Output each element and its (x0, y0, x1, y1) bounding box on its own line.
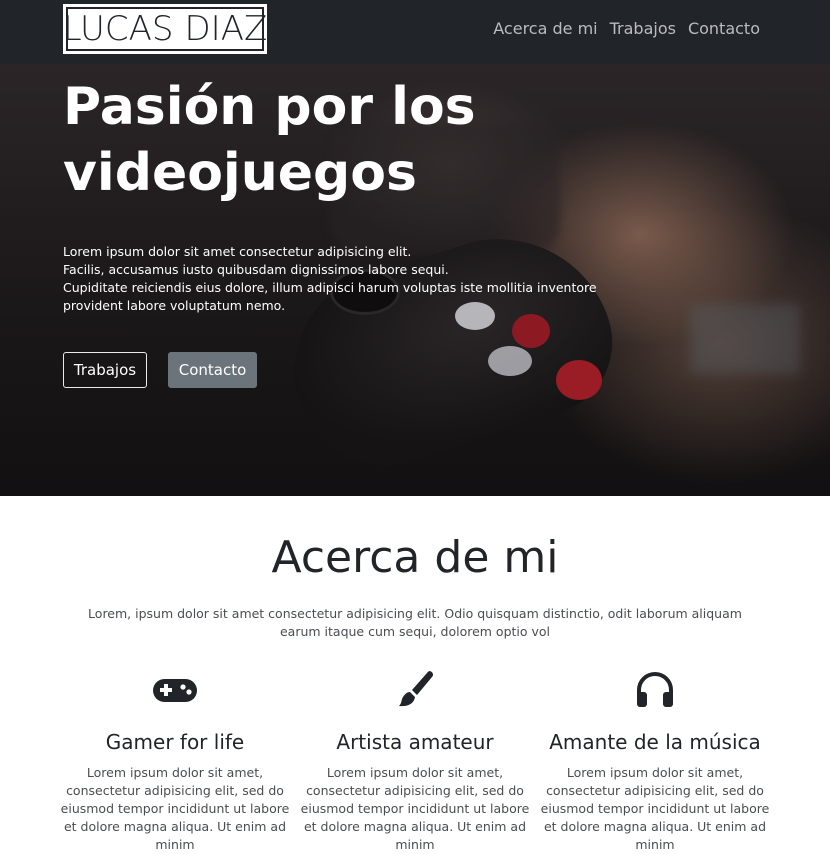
logo-frame: LUCAS DIAZ (62, 7, 268, 51)
hero-description: Lorem ipsum dolor sit amet consectetur a… (63, 243, 597, 315)
feature-text: Lorem ipsum dolor sit amet, consectetur … (300, 765, 530, 852)
logo-first-name: LUCAS (62, 9, 174, 49)
trabajos-button[interactable]: Trabajos (63, 352, 147, 388)
feature-gamer: Gamer for life Lorem ipsum dolor sit ame… (60, 668, 290, 854)
nav-links: Acerca de mi Trabajos Contacto (493, 19, 760, 38)
hero-section: Pasión por los videojuegos Lorem ipsum d… (0, 64, 830, 496)
logo[interactable]: LUCAS DIAZ (63, 4, 267, 54)
hero-line: Cupiditate reiciendis eius dolore, illum… (63, 280, 597, 295)
logo-last-name: DIAZ (184, 9, 268, 49)
contacto-button[interactable]: Contacto (168, 352, 257, 388)
feature-text: Lorem ipsum dolor sit amet, consectetur … (60, 765, 290, 852)
feature-title: Amante de la música (549, 730, 761, 754)
nav-link-acerca[interactable]: Acerca de mi (493, 19, 597, 38)
hero-line: Lorem ipsum dolor sit amet consectetur a… (63, 244, 412, 259)
nav-link-contacto[interactable]: Contacto (688, 19, 760, 38)
gamepad-icon (153, 679, 197, 702)
hero-title: Pasión por los videojuegos (63, 77, 476, 203)
feature-musica: Amante de la música Lorem ipsum dolor si… (540, 668, 770, 854)
paintbrush-icon (399, 671, 434, 707)
nav-link-trabajos[interactable]: Trabajos (610, 19, 676, 38)
feature-title: Gamer for life (105, 730, 245, 754)
about-intro: Lorem, ipsum dolor sit amet consectetur … (88, 606, 742, 639)
about-title: Acerca de mi (271, 532, 559, 583)
feature-artista: Artista amateur Lorem ipsum dolor sit am… (300, 668, 530, 854)
headphones-icon (637, 672, 673, 707)
feature-title: Artista amateur (336, 730, 494, 754)
feature-text: Lorem ipsum dolor sit amet, consectetur … (540, 765, 770, 852)
navbar: LUCAS DIAZ Acerca de mi Trabajos Contact… (0, 0, 830, 64)
hero-line: provident labore voluptatum nemo. (63, 298, 286, 313)
hero-line: Facilis, accusamus iusto quibusdam digni… (63, 262, 449, 277)
